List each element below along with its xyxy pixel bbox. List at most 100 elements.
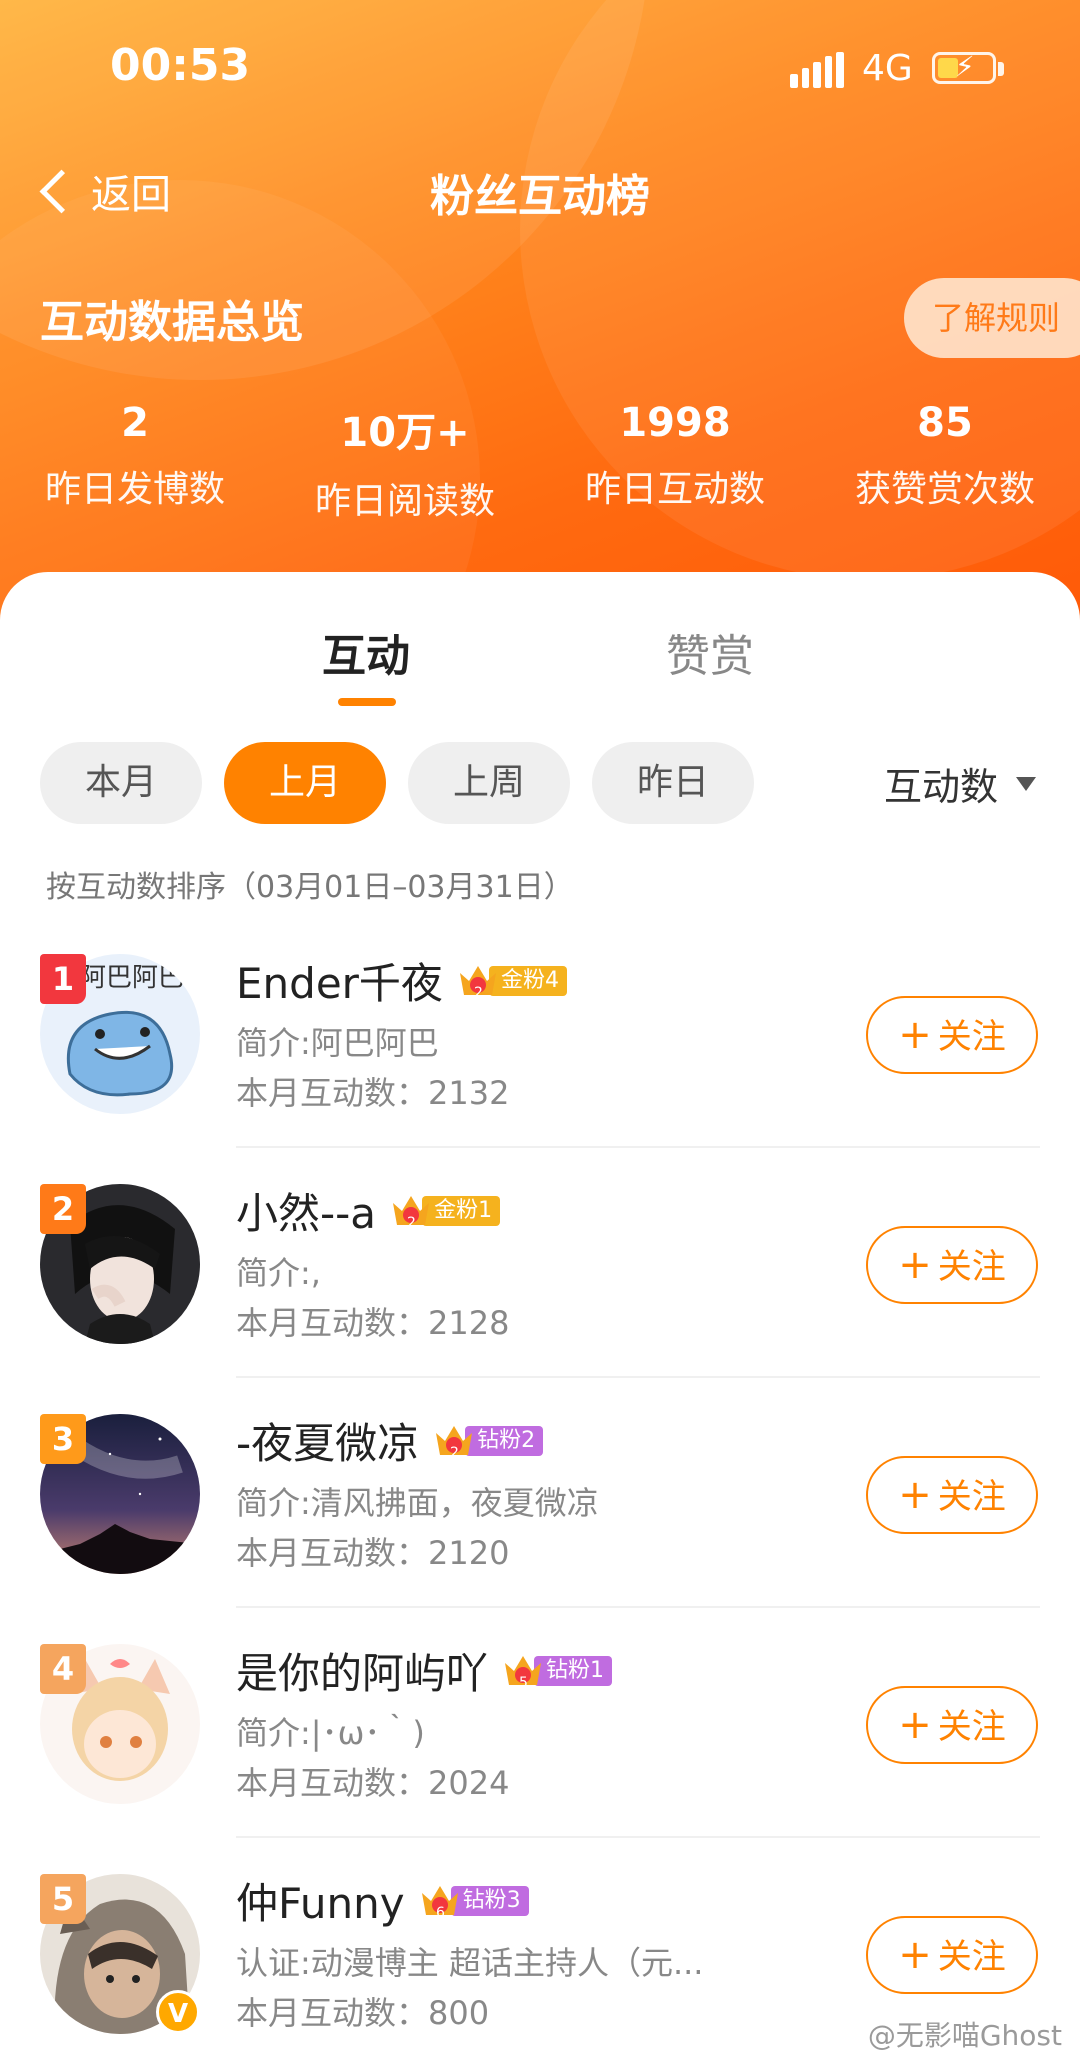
- fan-interaction-count: 本月互动数：2128: [236, 1304, 510, 1342]
- fan-level: 6: [436, 1905, 445, 1921]
- list-item[interactable]: 阿巴阿巴 1 Ender千夜 2 金粉4 简介:阿巴阿巴 本月互动数：2132 …: [0, 918, 1080, 1148]
- plus-icon: +: [898, 1932, 932, 1978]
- status-time: 00:53: [110, 40, 251, 91]
- battery-icon: ⚡: [932, 51, 996, 84]
- fan-name-line: -夜夏微凉 2 钻粉2: [236, 1410, 544, 1471]
- plus-icon: +: [898, 1242, 932, 1288]
- fan-level-badge: 2 金粉1: [390, 1193, 501, 1231]
- status-bar: 00:53 4G ⚡: [0, 0, 1080, 140]
- page-title: 粉丝互动榜: [430, 171, 650, 222]
- stat-value: 10万+: [340, 410, 470, 456]
- follow-button[interactable]: + 关注: [866, 1456, 1038, 1534]
- badge-label: 金粉4: [488, 965, 567, 996]
- battery-tip: [998, 62, 1004, 76]
- tab-bar: 互动 赞赏: [0, 610, 1080, 720]
- stats-overview: 2 昨日发博数 10万+ 昨日阅读数 1998 昨日互动数 85 获赞赏次数: [0, 400, 1080, 524]
- badge-label: 钻粉1: [534, 1655, 613, 1686]
- stat-posts: 2 昨日发博数: [0, 400, 270, 524]
- tab-indicator: [338, 698, 396, 706]
- stat-label: 昨日阅读数: [314, 481, 495, 522]
- crown-icon: 5: [505, 1655, 542, 1691]
- fan-level-badge: 5 钻粉1: [502, 1653, 613, 1691]
- fan-interaction-count: 本月互动数：2132: [236, 1074, 510, 1112]
- plus-icon: +: [898, 1012, 932, 1058]
- stat-label: 昨日互动数: [584, 469, 765, 510]
- network-type: 4G: [862, 48, 913, 89]
- stat-value: 1998: [619, 400, 731, 446]
- fan-name: 仲Funny: [236, 1879, 405, 1928]
- fan-bio: 简介:|･ω･｀): [236, 1714, 425, 1752]
- follow-button[interactable]: + 关注: [866, 1226, 1038, 1304]
- stat-rewards: 85 获赞赏次数: [810, 400, 1080, 524]
- filter-this-month[interactable]: 本月: [40, 742, 202, 824]
- rank-badge: 5: [40, 1874, 86, 1924]
- verified-icon: V: [156, 1990, 200, 2034]
- fan-level-badge: 6 钻粉3: [419, 1883, 529, 1921]
- stat-value: 2: [121, 400, 149, 446]
- fan-name: Ender千夜: [236, 959, 443, 1008]
- fan-bio: 简介:阿巴阿巴: [236, 1024, 439, 1062]
- rank-badge: 3: [40, 1414, 86, 1464]
- badge-label: 金粉1: [422, 1195, 501, 1226]
- crown-icon: 2: [393, 1195, 430, 1231]
- sort-dropdown[interactable]: 互动数: [884, 756, 1040, 811]
- follow-button[interactable]: + 关注: [866, 1916, 1038, 1994]
- fan-name: -夜夏微凉: [236, 1419, 420, 1468]
- stat-value: 85: [917, 400, 973, 446]
- follow-label: 关注: [937, 1477, 1006, 1517]
- stat-interactions: 1998 昨日互动数: [540, 400, 810, 524]
- rank-badge: 1: [40, 954, 86, 1004]
- watermark: @无影喵Ghost: [867, 2019, 1062, 2052]
- stat-reads: 10万+ 昨日阅读数: [270, 400, 540, 524]
- follow-button[interactable]: + 关注: [866, 996, 1038, 1074]
- plus-icon: +: [898, 1472, 932, 1518]
- rank-badge: 2: [40, 1184, 86, 1234]
- filter-last-week[interactable]: 上周: [408, 742, 570, 824]
- follow-label: 关注: [937, 1937, 1006, 1977]
- tab-reward[interactable]: 赞赏: [666, 620, 754, 684]
- crown-icon: 6: [421, 1885, 458, 1921]
- plus-icon: +: [898, 1702, 932, 1748]
- fan-name: 是你的阿屿吖: [236, 1649, 489, 1698]
- list-item[interactable]: 4 是你的阿屿吖 5 钻粉1 简介:|･ω･｀) 本月互动数：2024 + 关注: [0, 1608, 1080, 1838]
- fan-interaction-count: 本月互动数：800: [236, 1994, 490, 2032]
- follow-label: 关注: [937, 1707, 1006, 1747]
- period-filters: 本月 上月 上周 昨日 互动数: [40, 742, 1040, 826]
- fan-level: 2: [450, 1445, 459, 1461]
- follow-label: 关注: [937, 1017, 1006, 1057]
- stat-label: 昨日发博数: [44, 469, 225, 510]
- sort-label: 互动数: [883, 765, 998, 809]
- fan-name-line: 是你的阿屿吖 5 钻粉1: [236, 1640, 613, 1701]
- fan-name-line: 仲Funny 6 钻粉3: [236, 1870, 529, 1931]
- fan-interaction-count: 本月互动数：2024: [236, 1764, 510, 1802]
- signal-icon: [790, 52, 844, 88]
- fan-bio: 简介:清风拂面，夜夏微凉: [236, 1484, 599, 1522]
- crown-icon: 2: [459, 965, 496, 1001]
- fan-level-badge: 2 钻粉2: [433, 1423, 544, 1461]
- fan-level: 2: [474, 985, 483, 1001]
- follow-button[interactable]: + 关注: [866, 1686, 1038, 1764]
- fan-bio: 认证:动漫博主 超话主持人（元...: [236, 1944, 704, 1982]
- rules-button[interactable]: 了解规则: [904, 278, 1080, 358]
- rank-badge: 4: [40, 1644, 86, 1694]
- filter-yesterday[interactable]: 昨日: [592, 742, 754, 824]
- badge-label: 钻粉3: [450, 1885, 529, 1916]
- sort-description: 按互动数排序（03月01日–03月31日）: [46, 870, 574, 905]
- list-item[interactable]: 2 小然--a 2 金粉1 简介:, 本月互动数：2128 + 关注: [0, 1148, 1080, 1378]
- nav-bar: 返回 粉丝互动榜: [0, 150, 1080, 230]
- filter-last-month[interactable]: 上月: [224, 742, 386, 824]
- fan-level: 2: [407, 1215, 416, 1231]
- fan-level-badge: 2 金粉4: [457, 963, 567, 1001]
- fan-interaction-count: 本月互动数：2120: [236, 1534, 510, 1572]
- fan-bio: 简介:,: [236, 1254, 321, 1292]
- svg-text:阿巴阿巴: 阿巴阿巴: [80, 963, 184, 993]
- badge-label: 钻粉2: [465, 1425, 544, 1456]
- stat-label: 获赞赏次数: [854, 469, 1035, 510]
- list-item[interactable]: 3 -夜夏微凉 2 钻粉2 简介:清风拂面，夜夏微凉 本月互动数：2120 + 关…: [0, 1378, 1080, 1608]
- fan-level: 5: [519, 1675, 528, 1691]
- overview-title: 互动数据总览: [40, 297, 304, 348]
- fan-name-line: Ender千夜 2 金粉4: [236, 950, 567, 1011]
- follow-label: 关注: [937, 1247, 1006, 1287]
- tab-interaction[interactable]: 互动: [322, 620, 410, 684]
- crown-icon: 2: [436, 1425, 473, 1461]
